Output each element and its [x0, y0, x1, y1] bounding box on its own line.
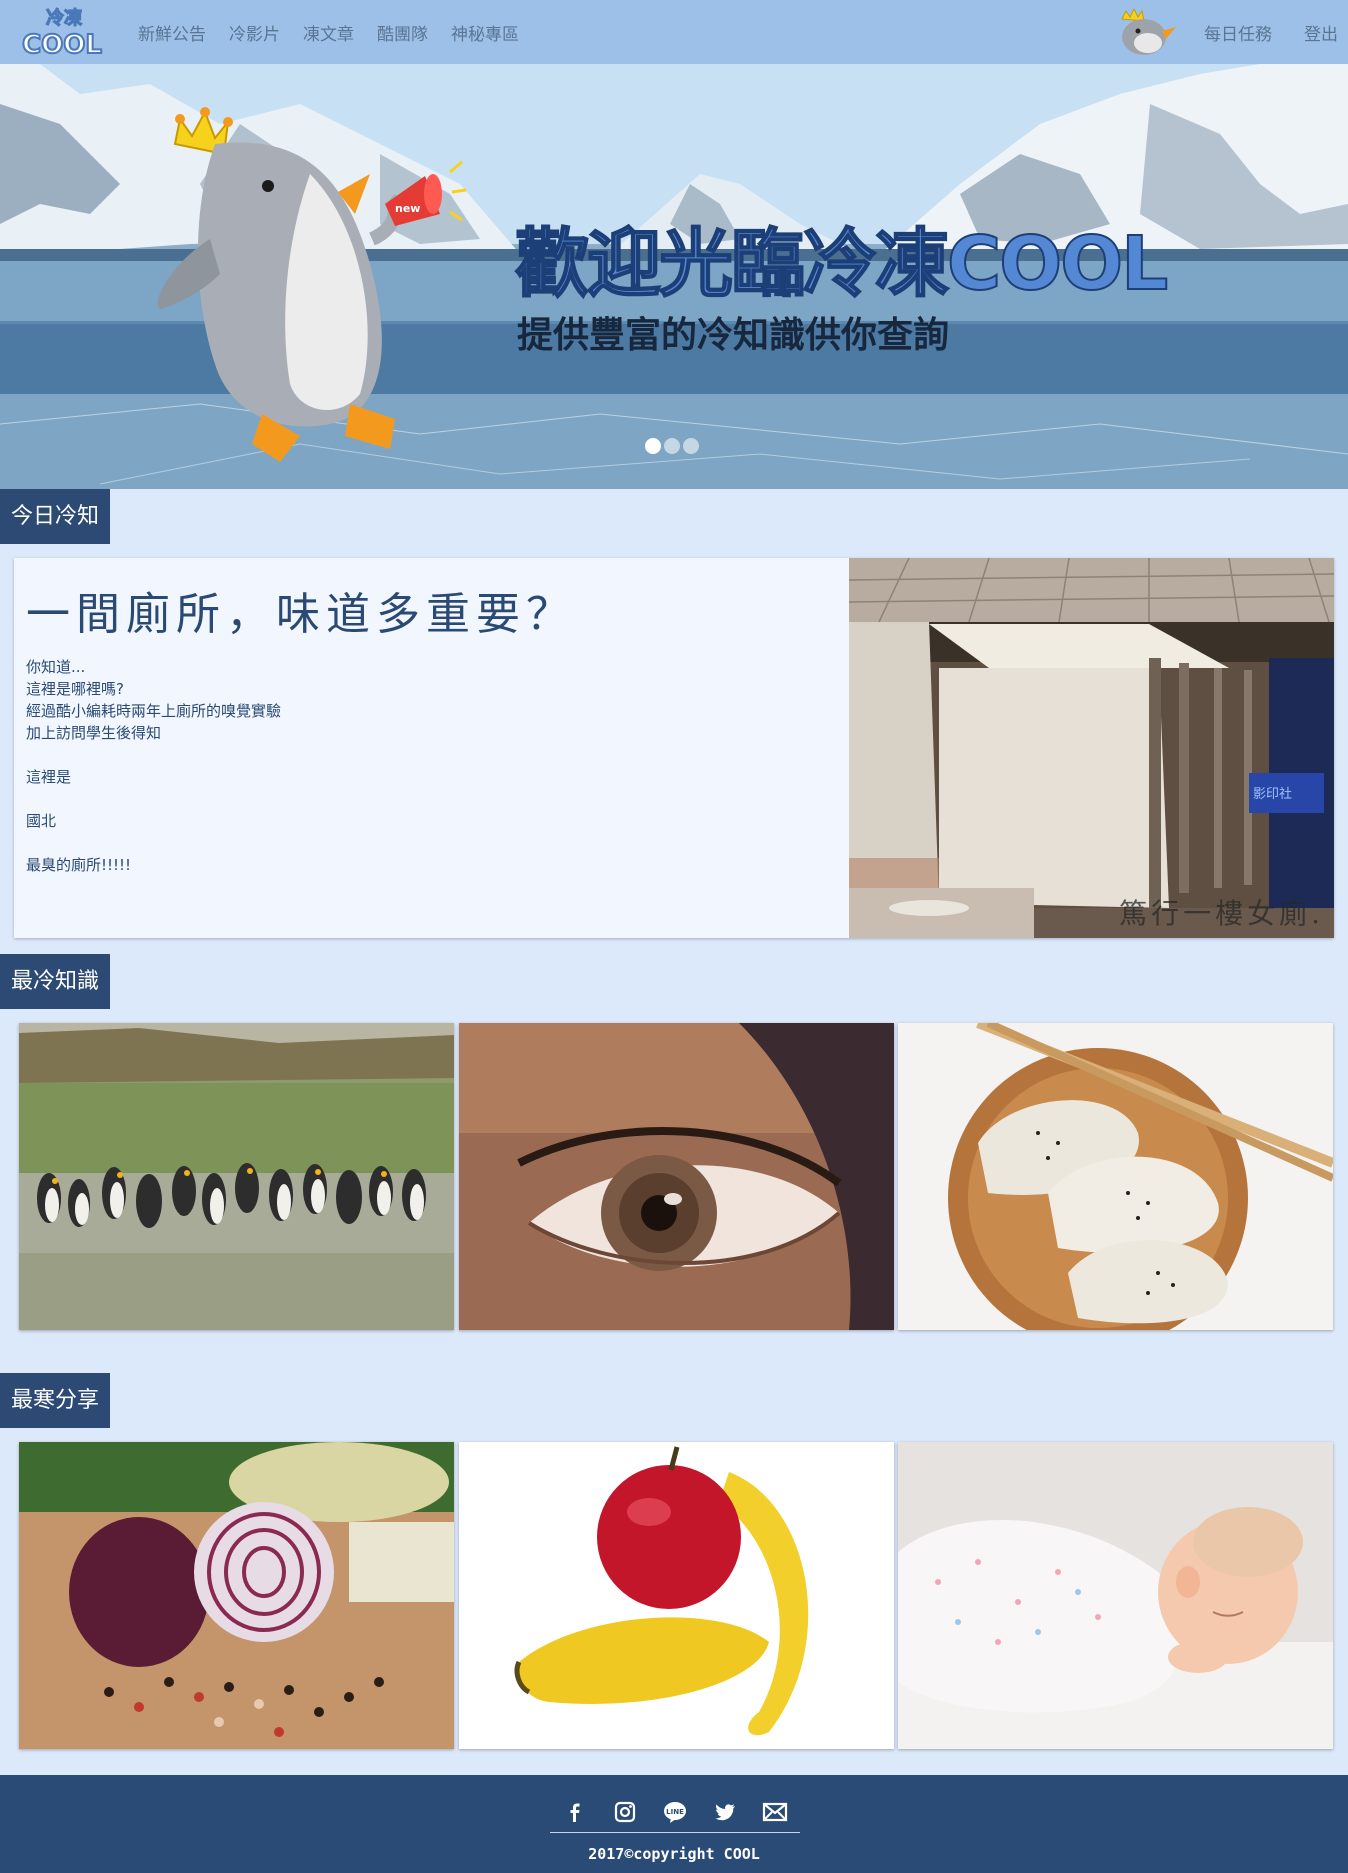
section-share-label: 最寒分享: [0, 1373, 111, 1428]
twitter-icon[interactable]: [712, 1799, 738, 1825]
nav-videos[interactable]: 冷影片: [229, 20, 280, 45]
penguins-photo[interactable]: [19, 1023, 454, 1330]
restroom-sign-text: 影印社: [1253, 786, 1292, 802]
section-coldest-label: 最冷知識: [0, 954, 111, 1009]
copyright-text: 2017©copyright COOL: [588, 1845, 760, 1863]
eye-photo[interactable]: [458, 1023, 894, 1330]
article-body: 你知道... 這裡是哪裡嗎? 經過酷小編耗時兩年上廁所的嗅覺實驗 加上訪問學生後…: [26, 656, 826, 876]
article-line: 你知道...: [26, 658, 86, 676]
line-icon-label: LINE: [666, 1808, 684, 1816]
onion-pepper-photo[interactable]: [19, 1442, 454, 1749]
main-nav: 新鮮公告 冷影片 凍文章 酷團隊 神秘專區: [138, 20, 542, 45]
article-line: [26, 788, 826, 810]
logo-text-top: 冷凍: [46, 7, 83, 29]
hero-title: 歡迎光臨冷凍COOL: [514, 220, 1169, 308]
featured-article-card[interactable]: 一間廁所，味道多重要？ 你知道... 這裡是哪裡嗎? 經過酷小編耗時兩年上廁所的…: [14, 558, 1334, 938]
nav-news[interactable]: 新鮮公告: [138, 20, 206, 45]
coldest-grid: [19, 1023, 1333, 1330]
logo-text-bottom: COOL: [22, 30, 102, 60]
article-title: 一間廁所，味道多重要？: [26, 589, 576, 640]
share-grid: [19, 1442, 1333, 1749]
cool-logo[interactable]: 冷凍 COOL: [16, 2, 112, 62]
article-line: [26, 744, 826, 766]
dumplings-photo[interactable]: [898, 1023, 1333, 1330]
photo-caption: 篤行一樓女廁.: [1119, 897, 1324, 930]
footer-divider: [550, 1832, 800, 1833]
nav-right: 每日任務 登出: [1114, 5, 1338, 59]
facebook-icon[interactable]: [562, 1799, 588, 1825]
nav-articles[interactable]: 凍文章: [303, 20, 354, 45]
article-line: 加上訪問學生後得知: [26, 724, 162, 742]
mail-icon[interactable]: [762, 1799, 788, 1825]
nav-team[interactable]: 酷團隊: [377, 20, 428, 45]
footer: LINE 2017©copyright COOL: [0, 1775, 1348, 1873]
carousel-indicators: [645, 438, 702, 454]
carousel-dot-2[interactable]: [664, 438, 680, 454]
hero-subtitle: 提供豐富的冷知識供你查詢: [517, 315, 950, 356]
nav-logout[interactable]: 登出: [1304, 20, 1338, 45]
social-links: LINE: [550, 1795, 800, 1829]
article-line: 這裡是哪裡嗎?: [26, 680, 124, 698]
section-today-label: 今日冷知: [0, 489, 111, 544]
instagram-icon[interactable]: [612, 1799, 638, 1825]
carousel-dot-1[interactable]: [645, 438, 661, 454]
navbar: 冷凍 COOL 新鮮公告 冷影片 凍文章 酷團隊 神秘專區 每日任務 登出: [0, 0, 1348, 64]
article-line: 經過酷小編耗時兩年上廁所的嗅覺實驗: [26, 702, 282, 720]
megaphone-label: new: [395, 202, 420, 215]
carousel-dot-3[interactable]: [683, 438, 699, 454]
nav-daily-task[interactable]: 每日任務: [1204, 20, 1272, 45]
sleeping-baby-photo[interactable]: [898, 1442, 1333, 1749]
restroom-photo: 影印社 篤行一樓女廁.: [849, 558, 1334, 938]
nav-secret[interactable]: 神秘專區: [451, 20, 519, 45]
article-line: [26, 832, 826, 854]
hero-carousel[interactable]: new 歡迎光臨冷凍COOL 提供豐富的冷知識供你查詢: [0, 64, 1348, 489]
penguin-avatar-icon[interactable]: [1114, 5, 1180, 59]
article-line: 這裡是: [26, 768, 72, 786]
apple-banana-photo[interactable]: [458, 1442, 894, 1749]
line-icon[interactable]: LINE: [662, 1799, 688, 1825]
article-line: 最臭的廁所!!!!!: [26, 856, 132, 874]
article-line: 國北: [26, 812, 57, 830]
